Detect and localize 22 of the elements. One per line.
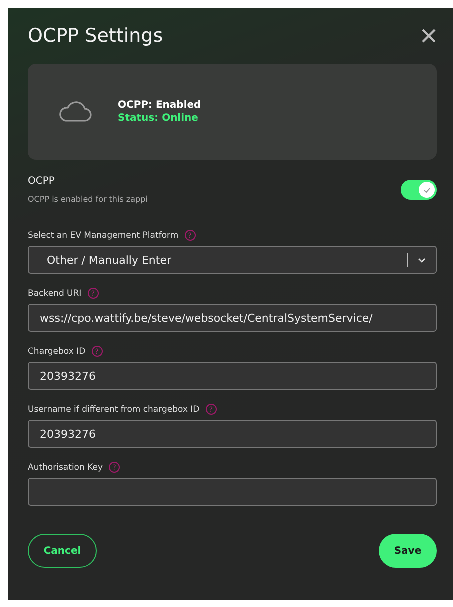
platform-dropdown[interactable]: Other / Manually Enter <box>28 246 437 274</box>
ocpp-label: OCPP <box>28 176 56 187</box>
field-label: Authorisation Key <box>28 462 104 472</box>
close-icon[interactable] <box>421 28 437 44</box>
chevron-down-icon <box>418 258 426 262</box>
field-label: Chargebox ID <box>28 346 86 356</box>
input-field[interactable]: 20393276 <box>28 362 437 390</box>
input-field[interactable]: wss://cpo.wattify.be/steve/websocket/CentralSystemService/ <box>28 304 437 332</box>
cancel-button[interactable]: Cancel <box>28 534 97 568</box>
input-field[interactable]: 20393276 <box>28 420 437 448</box>
dialog-title: OCPP Settings <box>28 25 164 47</box>
ocpp-state-text: OCPP: Enabled <box>118 100 202 111</box>
field-label: Username if different from chargebox ID <box>28 404 200 414</box>
status-text: Status: Online <box>118 113 200 124</box>
field-label: Select an EV Management Platform <box>28 230 179 240</box>
save-button[interactable]: Save <box>379 534 437 568</box>
field-label: Backend URI <box>28 288 82 298</box>
input-field[interactable] <box>28 478 437 506</box>
cloud-icon <box>58 101 92 123</box>
check-icon <box>423 186 431 194</box>
ocpp-toggle[interactable] <box>401 180 437 200</box>
ocpp-description: OCPP is enabled for this zappi <box>28 195 148 204</box>
